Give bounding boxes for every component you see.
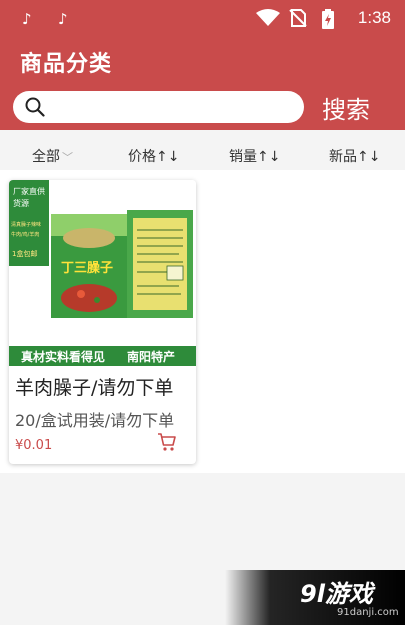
- status-time: 1:38: [357, 8, 391, 27]
- tiktok-icon: ♪: [22, 10, 32, 28]
- product-grid: 厂家直供 货源 清真臊子辣味 牛肉/鸡/羊肉 1盒包邮 丁三臊子 真材实料看得见…: [0, 170, 405, 473]
- sort-tab-label: 全部: [32, 149, 60, 165]
- status-bar: ♪ ♪ 1:38: [0, 0, 405, 38]
- tag-line1: 厂家直供: [13, 186, 45, 196]
- search-box[interactable]: [13, 91, 304, 123]
- sort-tab-price[interactable]: 价格↑↓: [128, 146, 179, 166]
- tag-line2: 货源: [13, 198, 29, 208]
- wifi-icon: [256, 9, 280, 26]
- watermark: 9l游戏 91danji.com: [225, 570, 405, 625]
- product-price: ¥0.01: [15, 438, 53, 453]
- sort-tab-all[interactable]: 全部 ﹀: [32, 146, 73, 166]
- banner-left: 真材实料看得见: [21, 349, 105, 364]
- tag-bottom: 1盒包邮: [12, 249, 37, 258]
- search-input[interactable]: [57, 95, 296, 121]
- tiktok-icon: ♪: [58, 10, 68, 28]
- watermark-site: 91danji.com: [337, 607, 399, 618]
- product-description: 20/盒试用装/请勿下单: [15, 411, 175, 430]
- cart-icon[interactable]: [157, 432, 177, 452]
- battery-icon: [322, 9, 334, 29]
- page-title: 商品分类: [20, 52, 113, 77]
- tag-small2: 牛肉/鸡/羊肉: [11, 231, 39, 238]
- search-icon: [25, 97, 45, 117]
- sort-tab-new[interactable]: 新品↑↓: [329, 146, 380, 166]
- product-image: 厂家直供 货源 清真臊子辣味 牛肉/鸡/羊肉 1盒包邮 丁三臊子 真材实料看得见…: [9, 180, 196, 366]
- sort-tab-sales[interactable]: 销量↑↓: [229, 146, 280, 166]
- search-button[interactable]: 搜索: [322, 90, 370, 125]
- tag-small: 清真臊子辣味: [11, 221, 41, 228]
- watermark-logo: 9l游戏: [300, 580, 373, 608]
- banner-right: 南阳特产: [127, 349, 175, 364]
- box-text: 丁三臊子: [61, 261, 113, 276]
- chevron-down-icon: ﹀: [62, 151, 73, 164]
- product-card[interactable]: 厂家直供 货源 清真臊子辣味 牛肉/鸡/羊肉 1盒包邮 丁三臊子 真材实料看得见…: [9, 180, 196, 464]
- product-title: 羊肉臊子/请勿下单: [15, 377, 174, 399]
- no-sim-icon: [289, 9, 307, 27]
